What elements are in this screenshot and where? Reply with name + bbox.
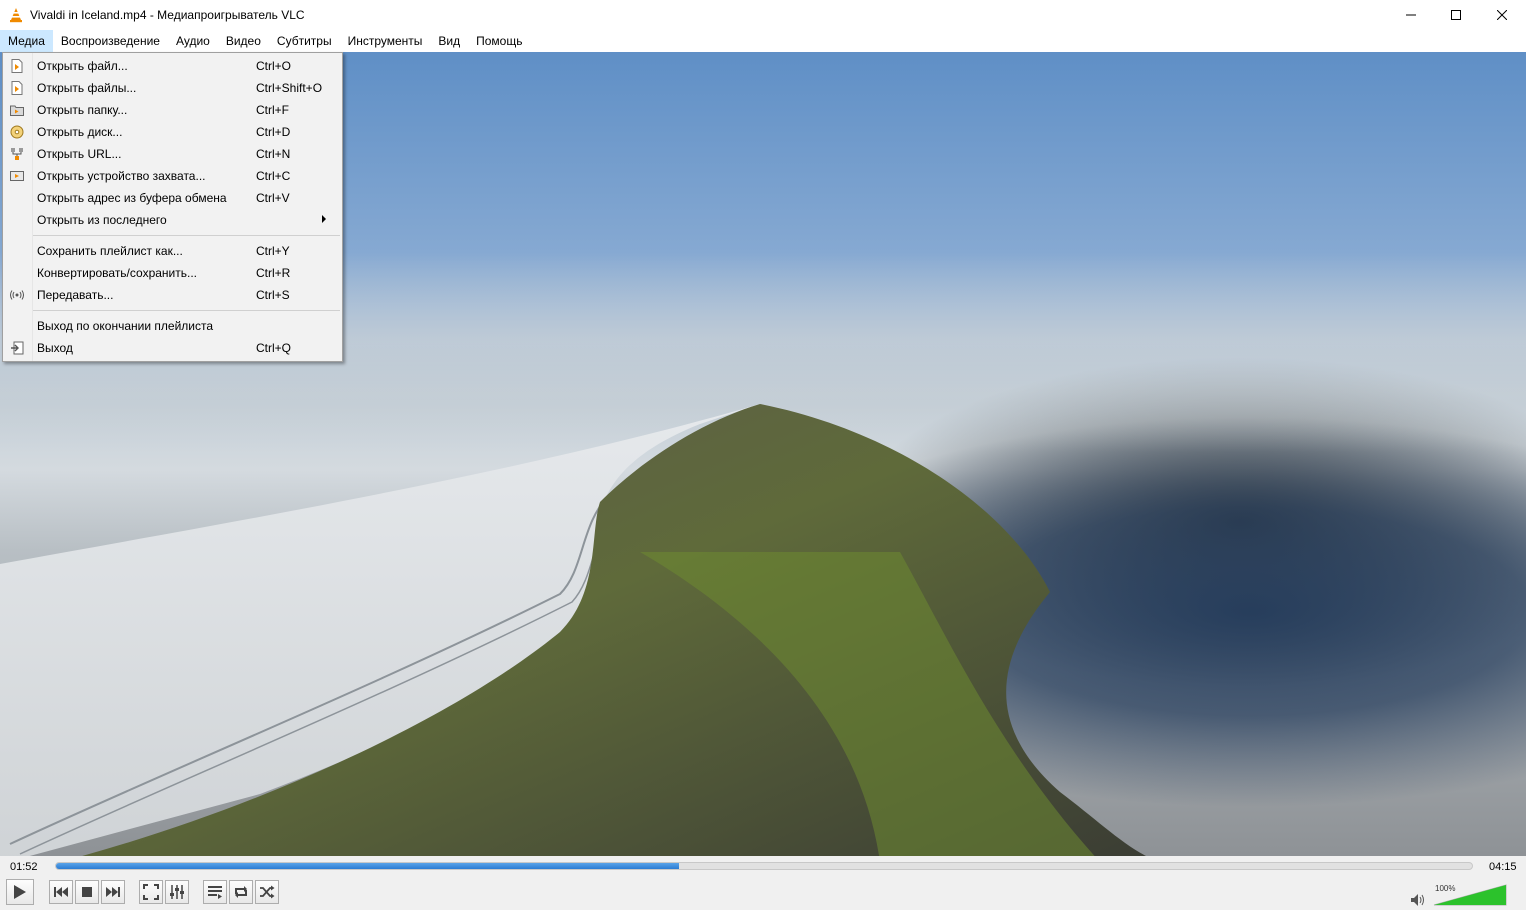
playback-controls: 01:52 04:15 100% xyxy=(0,856,1526,910)
menu-item-open-url[interactable]: Открыть URL... Ctrl+N xyxy=(4,143,341,165)
submenu-arrow-icon xyxy=(322,215,326,223)
media-menu-dropdown: Открыть файл... Ctrl+O Открыть файлы... … xyxy=(2,52,343,362)
volume-slider[interactable] xyxy=(1433,884,1507,906)
previous-icon xyxy=(54,887,68,897)
speaker-icon[interactable] xyxy=(1410,893,1426,907)
playlist-button[interactable] xyxy=(203,880,227,904)
menu-view[interactable]: Вид xyxy=(430,30,468,52)
menu-item-open-capture[interactable]: Открыть устройство захвата... Ctrl+C xyxy=(4,165,341,187)
network-icon xyxy=(9,146,25,162)
menu-item-convert-save[interactable]: Конвертировать/сохранить... Ctrl+R xyxy=(4,262,341,284)
equalizer-icon xyxy=(170,885,184,899)
menu-item-open-clipboard[interactable]: Открыть адрес из буфера обмена Ctrl+V xyxy=(4,187,341,209)
menu-item-quit[interactable]: Выход Ctrl+Q xyxy=(4,337,341,359)
menu-item-open-file[interactable]: Открыть файл... Ctrl+O xyxy=(4,55,341,77)
playlist-icon xyxy=(208,886,222,899)
disc-icon xyxy=(9,124,25,140)
minimize-button[interactable] xyxy=(1388,0,1434,30)
menu-item-stream[interactable]: Передавать... Ctrl+S xyxy=(4,284,341,306)
menu-item-open-disc[interactable]: Открыть диск... Ctrl+D xyxy=(4,121,341,143)
next-icon xyxy=(106,887,120,897)
capture-device-icon xyxy=(9,168,25,184)
total-time: 04:15 xyxy=(1489,861,1517,873)
open-folder-icon xyxy=(9,102,25,118)
menu-media[interactable]: Медиа xyxy=(0,30,53,52)
fullscreen-button[interactable] xyxy=(139,880,163,904)
seek-slider[interactable] xyxy=(55,862,1473,870)
open-file-icon xyxy=(9,58,25,74)
menu-item-quit-at-end[interactable]: Выход по окончании плейлиста xyxy=(4,315,341,337)
menu-video[interactable]: Видео xyxy=(218,30,269,52)
shuffle-button[interactable] xyxy=(255,880,279,904)
window-title: Vivaldi in Iceland.mp4 - Медиапроигрыват… xyxy=(30,8,305,22)
maximize-icon xyxy=(1451,10,1461,20)
loop-button[interactable] xyxy=(229,880,253,904)
play-button[interactable] xyxy=(6,879,34,905)
stop-icon xyxy=(82,887,92,897)
menu-item-save-playlist[interactable]: Сохранить плейлист как... Ctrl+Y xyxy=(4,240,341,262)
close-icon xyxy=(1497,10,1507,20)
menu-item-open-recent[interactable]: Открыть из последнего xyxy=(4,209,341,231)
title-bar: Vivaldi in Iceland.mp4 - Медиапроигрыват… xyxy=(0,0,1526,30)
vlc-cone-icon xyxy=(10,8,22,23)
menu-separator xyxy=(33,310,340,311)
fullscreen-icon xyxy=(143,884,159,900)
loop-icon xyxy=(235,886,247,898)
menu-item-open-folder[interactable]: Открыть папку... Ctrl+F xyxy=(4,99,341,121)
seek-progress xyxy=(56,863,680,869)
extended-settings-button[interactable] xyxy=(165,880,189,904)
shuffle-icon xyxy=(260,885,275,899)
menu-bar: Медиа Воспроизведение Аудио Видео Субтит… xyxy=(0,30,1526,52)
menu-playback[interactable]: Воспроизведение xyxy=(53,30,168,52)
menu-audio[interactable]: Аудио xyxy=(168,30,218,52)
minimize-icon xyxy=(1406,14,1416,16)
stream-icon xyxy=(9,287,25,303)
menu-help[interactable]: Помощь xyxy=(468,30,530,52)
close-button[interactable] xyxy=(1479,0,1525,30)
elapsed-time: 01:52 xyxy=(10,861,38,873)
menu-subtitles[interactable]: Субтитры xyxy=(269,30,340,52)
previous-button[interactable] xyxy=(49,880,73,904)
open-files-icon xyxy=(9,80,25,96)
exit-icon xyxy=(9,340,25,356)
maximize-button[interactable] xyxy=(1433,0,1479,30)
menu-item-open-files[interactable]: Открыть файлы... Ctrl+Shift+O xyxy=(4,77,341,99)
play-icon xyxy=(14,885,26,899)
menu-separator xyxy=(33,235,340,236)
stop-button[interactable] xyxy=(75,880,99,904)
next-button[interactable] xyxy=(101,880,125,904)
menu-tools[interactable]: Инструменты xyxy=(340,30,431,52)
video-ridge xyxy=(82,404,1147,856)
